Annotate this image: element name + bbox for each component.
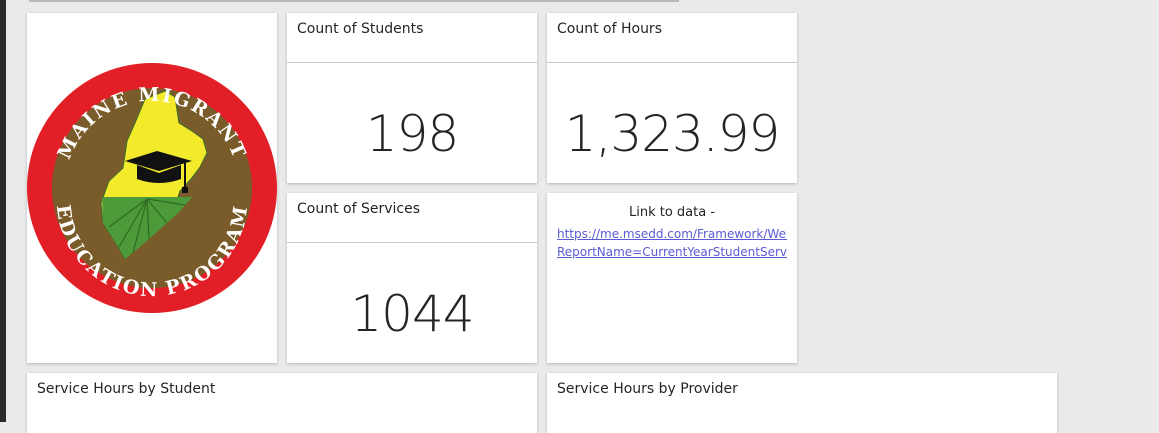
count-of-students-tile[interactable]: Count of Students 198 bbox=[287, 13, 537, 183]
window-edge bbox=[0, 0, 6, 422]
data-link[interactable]: https://me.msedd.com/Framework/Web Repor… bbox=[557, 225, 787, 261]
tile-title: Count of Hours bbox=[557, 21, 662, 37]
tile-title: Service Hours by Student bbox=[37, 381, 216, 397]
top-scroll-strip bbox=[29, 0, 679, 2]
tile-title: Count of Students bbox=[297, 21, 424, 37]
maine-migrant-logo: MAINE MIGRANT EDUCATION PROGRAM bbox=[27, 63, 277, 313]
kpi-value: 198 bbox=[365, 105, 459, 163]
data-link-line-1[interactable]: https://me.msedd.com/Framework/Web bbox=[557, 225, 787, 243]
tile-divider bbox=[547, 62, 797, 63]
tile-title: Service Hours by Provider bbox=[557, 381, 738, 397]
tile-divider bbox=[287, 242, 537, 243]
kpi-value: 1044 bbox=[350, 285, 474, 343]
link-to-data-tile[interactable]: Link to data - https://me.msedd.com/Fram… bbox=[547, 193, 797, 363]
count-of-hours-tile[interactable]: Count of Hours 1,323.99 bbox=[547, 13, 797, 183]
service-hours-by-student-tile[interactable]: Service Hours by Student bbox=[27, 373, 537, 433]
kpi-value: 1,323.99 bbox=[564, 105, 781, 163]
data-link-line-2[interactable]: ReportName=CurrentYearStudentServic bbox=[557, 243, 787, 261]
link-caption: Link to data - bbox=[628, 205, 716, 220]
tile-divider bbox=[287, 62, 537, 63]
service-hours-by-provider-tile[interactable]: Service Hours by Provider bbox=[547, 373, 1057, 433]
count-of-services-tile[interactable]: Count of Services 1044 bbox=[287, 193, 537, 363]
logo-tile[interactable]: MAINE MIGRANT EDUCATION PROGRAM bbox=[27, 13, 277, 363]
tile-title: Count of Services bbox=[297, 201, 421, 217]
